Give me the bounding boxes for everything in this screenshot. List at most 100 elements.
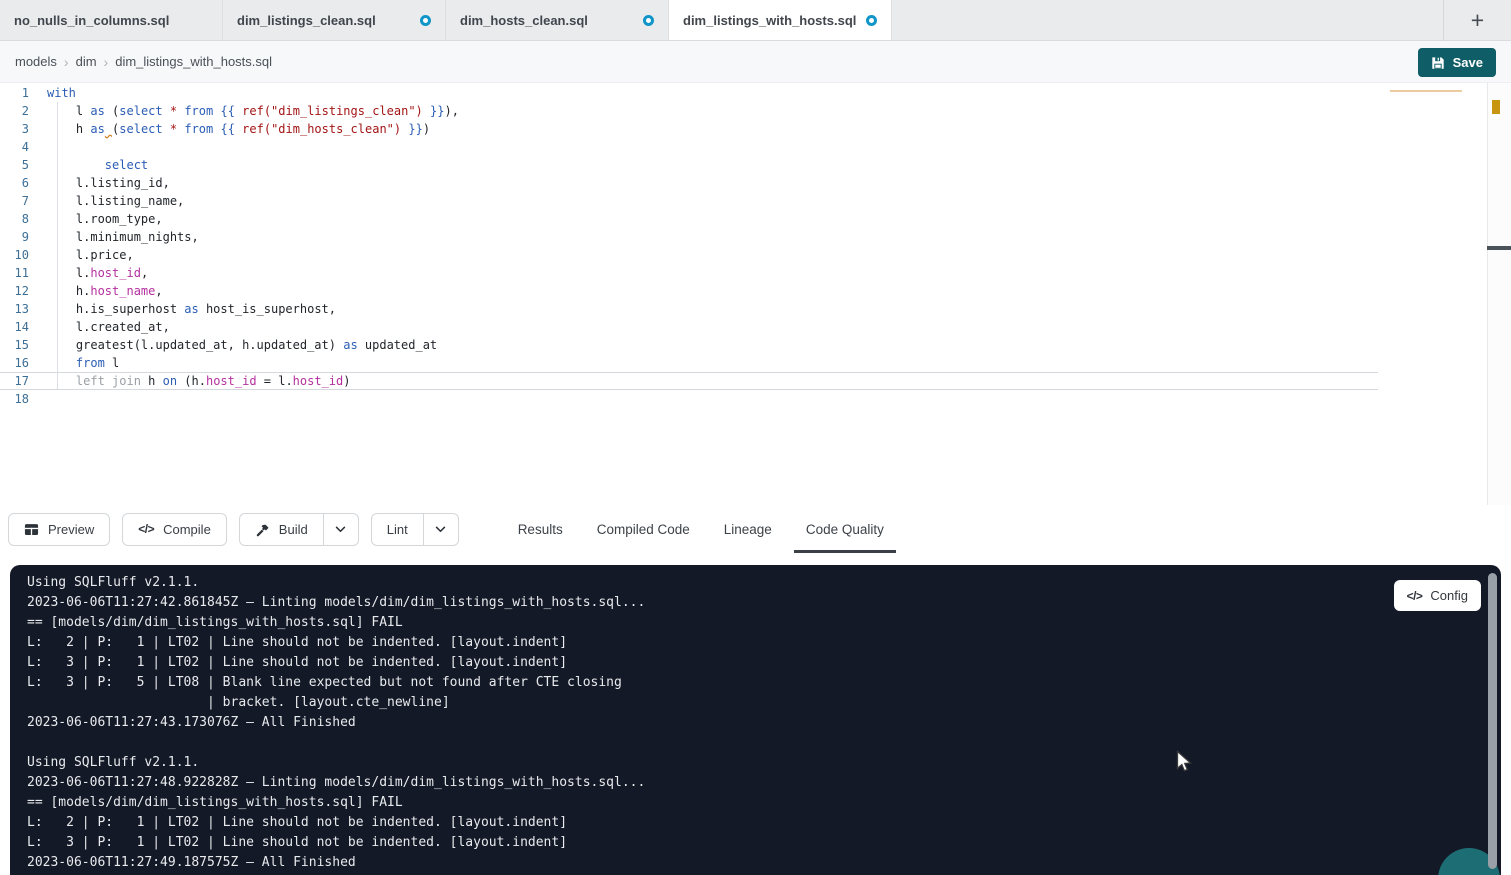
code-token bbox=[47, 356, 76, 370]
panel-tab-results[interactable]: Results bbox=[501, 505, 580, 553]
compile-button[interactable]: </> Compile bbox=[122, 513, 227, 546]
code-line[interactable]: 10 l.price, bbox=[0, 246, 1378, 264]
chevron-down-icon bbox=[435, 526, 446, 533]
unsaved-dot-icon bbox=[866, 15, 877, 26]
tab-dim-hosts-clean-sql[interactable]: dim_hosts_clean.sql bbox=[446, 0, 669, 40]
line-number: 18 bbox=[0, 390, 47, 408]
code-token: select bbox=[119, 122, 162, 136]
code-text: l.price, bbox=[47, 246, 134, 264]
line-number: 5 bbox=[0, 156, 47, 174]
code-token: l bbox=[105, 356, 119, 370]
code-line[interactable]: 8 l.room_type, bbox=[0, 210, 1378, 228]
line-number: 4 bbox=[0, 138, 47, 156]
code-line[interactable]: 12 h.host_name, bbox=[0, 282, 1378, 300]
code-line[interactable]: 13 h.is_superhost as host_is_superhost, bbox=[0, 300, 1378, 318]
line-number: 7 bbox=[0, 192, 47, 210]
code-line[interactable]: 2 l as (select * from {{ ref("dim_listin… bbox=[0, 102, 1378, 120]
line-number: 15 bbox=[0, 336, 47, 354]
line-number: 16 bbox=[0, 354, 47, 372]
breadcrumb-item-dim-listings-with-hosts-sql[interactable]: dim_listings_with_hosts.sql bbox=[115, 54, 272, 69]
terminal-line: L: 3 | P: 1 | LT02 | Line should not be … bbox=[27, 653, 1501, 673]
code-token: left join bbox=[47, 374, 141, 388]
breadcrumb-item-models[interactable]: models bbox=[15, 54, 57, 69]
code-token: as bbox=[90, 122, 104, 136]
table-grid-icon bbox=[24, 522, 39, 537]
unsaved-dot-icon bbox=[420, 15, 431, 26]
tab-label: dim_listings_with_hosts.sql bbox=[683, 13, 858, 28]
scroll-position-marker[interactable] bbox=[1487, 246, 1511, 250]
code-editor[interactable]: 1with2 l as (select * from {{ ref("dim_l… bbox=[0, 84, 1378, 408]
code-icon: </> bbox=[1407, 589, 1423, 603]
save-disk-icon bbox=[1431, 56, 1445, 70]
code-token: h bbox=[47, 122, 90, 136]
terminal-line: L: 3 | P: 5 | LT08 | Blank line expected… bbox=[27, 673, 1501, 693]
code-line[interactable]: 11 l.host_id, bbox=[0, 264, 1378, 282]
new-tab-button[interactable]: + bbox=[1443, 0, 1511, 41]
code-token: ( bbox=[105, 104, 119, 118]
code-token: , bbox=[141, 266, 148, 280]
code-token: host_is_superhost, bbox=[199, 302, 336, 316]
editor-scroll-gutter[interactable] bbox=[1487, 83, 1511, 505]
terminal-line: 2023-06-06T11:27:43.173076Z — All Finish… bbox=[27, 713, 1501, 733]
code-line[interactable]: 15 greatest(l.updated_at, h.updated_at) … bbox=[0, 336, 1378, 354]
code-line[interactable]: 1with bbox=[0, 84, 1378, 102]
code-token: ) bbox=[343, 374, 350, 388]
code-line[interactable]: 5 select bbox=[0, 156, 1378, 174]
chevron-right-icon: › bbox=[104, 54, 109, 70]
hammer-icon bbox=[255, 522, 270, 537]
build-dropdown-button[interactable] bbox=[324, 513, 359, 546]
breadcrumb-item-dim[interactable]: dim bbox=[76, 54, 97, 69]
line-number: 1 bbox=[0, 84, 47, 102]
code-text: with bbox=[47, 84, 76, 102]
code-line[interactable]: 18 bbox=[0, 390, 1378, 408]
tab-strip: no_nulls_in_columns.sqldim_listings_clea… bbox=[0, 0, 892, 40]
code-token: l.minimum_nights, bbox=[47, 230, 199, 244]
code-token: ) bbox=[423, 122, 430, 136]
panel-tab-code-quality[interactable]: Code Quality bbox=[789, 505, 901, 553]
code-editor-panel: 1with2 l as (select * from {{ ref("dim_l… bbox=[0, 83, 1511, 505]
line-number: 10 bbox=[0, 246, 47, 264]
code-token: as bbox=[184, 302, 198, 316]
build-label: Build bbox=[279, 522, 308, 537]
minimap-lint-highlight bbox=[1390, 90, 1462, 93]
lint-warning-marker[interactable] bbox=[1492, 100, 1500, 114]
panel-tab-lineage[interactable]: Lineage bbox=[707, 505, 789, 553]
terminal-line: L: 2 | P: 1 | LT02 | Line should not be … bbox=[27, 633, 1501, 653]
code-token: ref("dim_hosts_clean") bbox=[242, 122, 401, 136]
line-number: 13 bbox=[0, 300, 47, 318]
code-line[interactable]: 9 l.minimum_nights, bbox=[0, 228, 1378, 246]
code-line[interactable]: 14 l.created_at, bbox=[0, 318, 1378, 336]
code-line[interactable]: 4 bbox=[0, 138, 1378, 156]
terminal-scrollbar-thumb[interactable] bbox=[1488, 573, 1497, 869]
code-line[interactable]: 17 left join h on (h.host_id = l.host_id… bbox=[0, 372, 1378, 390]
code-text: from l bbox=[47, 354, 119, 372]
code-token: }} bbox=[430, 104, 444, 118]
tab-no-nulls-in-columns-sql[interactable]: no_nulls_in_columns.sql bbox=[0, 0, 223, 40]
code-token: , bbox=[155, 284, 162, 298]
tab-dim-listings-clean-sql[interactable]: dim_listings_clean.sql bbox=[223, 0, 446, 40]
terminal-line: Using SQLFluff v2.1.1. bbox=[27, 753, 1501, 773]
code-token: l. bbox=[47, 266, 90, 280]
code-text: l.host_id, bbox=[47, 264, 148, 282]
code-line[interactable]: 7 l.listing_name, bbox=[0, 192, 1378, 210]
config-button[interactable]: </> Config bbox=[1394, 580, 1481, 611]
config-label: Config bbox=[1430, 588, 1468, 603]
code-token: * bbox=[170, 104, 177, 118]
code-token: l.room_type, bbox=[47, 212, 163, 226]
minimap[interactable]: with l as (select * from {{ ref("dim_lis… bbox=[1390, 84, 1462, 134]
build-button[interactable]: Build bbox=[239, 513, 324, 546]
lint-button[interactable]: Lint bbox=[371, 513, 424, 546]
save-button[interactable]: Save bbox=[1418, 48, 1496, 77]
code-text: h.host_name, bbox=[47, 282, 163, 300]
code-line[interactable]: 16 from l bbox=[0, 354, 1378, 372]
lint-dropdown-button[interactable] bbox=[424, 513, 459, 546]
code-token: {{ bbox=[220, 104, 234, 118]
code-text: l.minimum_nights, bbox=[47, 228, 199, 246]
code-line[interactable]: 6 l.listing_id, bbox=[0, 174, 1378, 192]
code-token: as bbox=[343, 338, 357, 352]
panel-tab-compiled-code[interactable]: Compiled Code bbox=[580, 505, 707, 553]
preview-button[interactable]: Preview bbox=[8, 513, 110, 546]
code-line[interactable]: 3 h as (select * from {{ ref("dim_hosts_… bbox=[0, 120, 1378, 138]
tab-dim-listings-with-hosts-sql[interactable]: dim_listings_with_hosts.sql bbox=[669, 0, 892, 40]
compile-label: Compile bbox=[163, 522, 211, 537]
